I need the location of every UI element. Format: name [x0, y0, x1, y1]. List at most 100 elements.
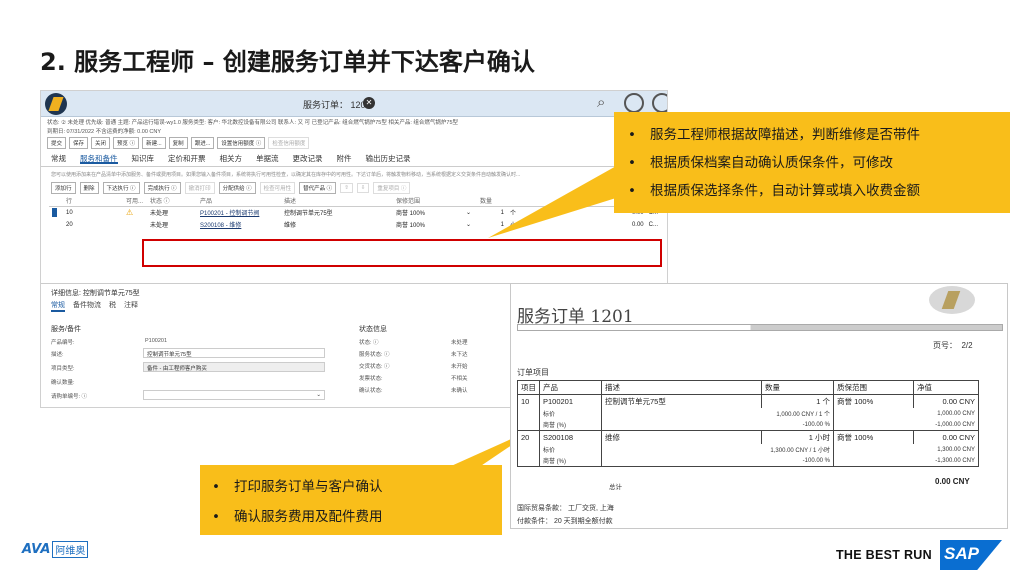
item-toolbar: 添加行 删除 下达执行 ⓘ 完成执行 ⓘ 撤消打印 分配供给 ⓘ 检查可用性 替…	[41, 181, 667, 195]
detail-tab-parts-logistics[interactable]: 备件物流	[73, 300, 101, 312]
callout-bottom: 打印服务订单与客户确认 确认服务费用及配件费用	[200, 465, 502, 535]
window-title: 服务订单： 1201	[303, 100, 371, 110]
slide-title: 2. 服务工程师 – 创建服务订单并下达客户确认	[40, 48, 535, 76]
item-description[interactable]: 控制调节单元75型	[281, 207, 393, 219]
item-unit[interactable]: 个	[507, 207, 567, 219]
check-credit-limit-button[interactable]: 检查信用额度	[268, 137, 310, 149]
user-avatar-icon[interactable]	[624, 93, 644, 113]
new-button[interactable]: 新建...	[142, 137, 166, 149]
item-quantity[interactable]: 1	[477, 207, 507, 219]
table-row: 10 P100201 控制调节单元75型 1 个 商誉 100% 0.00 CN…	[517, 394, 979, 408]
close-icon[interactable]: ✕	[363, 97, 375, 109]
follow-up-button[interactable]: 跟进...	[190, 137, 215, 149]
set-credit-limit-button[interactable]: 设置信用额度 ⓘ	[217, 137, 266, 149]
tab-change-log[interactable]: 更改记录	[293, 153, 323, 164]
col-product[interactable]: 产品	[197, 195, 281, 207]
shell-bar: 服务订单： 1201 ✕ ⌕	[41, 91, 667, 117]
item-net: 0.00	[631, 221, 644, 228]
chevron-down-icon[interactable]: ⌄	[463, 219, 477, 231]
item-type-field[interactable]: 备件 - 由工程师客户购买	[143, 362, 325, 372]
ava-logo-cn: 阿维奥	[52, 541, 89, 558]
tab-output-history[interactable]: 输出历史记录	[366, 153, 411, 164]
info-text: 您可以使用添加来在产品清单中添加服务、备件或费用项目。如果您输入备件项目，系统将…	[51, 172, 521, 178]
item-line: 20	[66, 221, 73, 228]
header-info-line-1: 状态: ② 未处理 优先级: 普通 主题: 产品运行错误-wy1.0 服务类型:…	[47, 120, 459, 126]
tab-parties[interactable]: 相关方	[220, 153, 243, 164]
warning-icon: ⚠	[126, 208, 134, 218]
move-down-button[interactable]: ⇩	[356, 183, 370, 193]
header-toolbar: 提交 保存 关闭 预览 ⓘ 新建... 复制 跟进... 设置信用额度 ⓘ 检查…	[41, 135, 667, 151]
item-status: 未处理	[150, 223, 169, 229]
col-description[interactable]: 描述	[281, 195, 393, 207]
col-quantity[interactable]: 数量	[477, 195, 507, 207]
description-field[interactable]: 控制调节单元75型	[143, 348, 325, 358]
ava-logo: AVA 阿维奥	[22, 541, 89, 558]
chevron-down-icon[interactable]: ⌄	[463, 207, 477, 219]
tab-pricing[interactable]: 定价和开票	[168, 153, 206, 164]
check-availability-button[interactable]: 检查可用性	[259, 182, 296, 194]
substitute-product-button[interactable]: 替代产品 ⓘ	[299, 182, 337, 194]
tab-services-parts[interactable]: 服务和备件	[80, 153, 118, 164]
payment-terms-text: 付款条件： 20 天到期全额付款	[517, 518, 613, 525]
duplicate-item-button[interactable]: 重复项目 ⓘ	[373, 182, 411, 194]
field-label: 确认状态:	[359, 388, 383, 394]
copy-button[interactable]: 复制	[168, 137, 188, 149]
field-label: 服务状态: ⓘ	[359, 352, 390, 358]
incoterms-text: 国际贸易条款： 工厂交货, 上海	[517, 505, 614, 512]
detail-tab-notes[interactable]: 注释	[124, 300, 138, 312]
item-product-link[interactable]: P100201 - 控制调节阀	[200, 211, 259, 217]
field-label: 产品编号:	[51, 340, 75, 346]
search-icon[interactable]: ⌕	[597, 94, 605, 111]
field-label: 项目类型:	[51, 366, 75, 372]
table-row[interactable]: 20 未处理 S200108 - 维修 维修 商誉 100% ⌄ 1 小时 0.…	[49, 219, 661, 231]
item-unit[interactable]: 小时	[507, 219, 567, 231]
sap-logo: SAP	[940, 540, 1002, 570]
best-run-slogan: THE BEST RUN	[836, 548, 932, 562]
detail-tab-general[interactable]: 常规	[51, 300, 65, 312]
item-quantity[interactable]: 1	[477, 219, 507, 231]
delivery-status-value: 未开始	[451, 364, 468, 370]
item-description[interactable]: 维修	[281, 219, 393, 231]
tab-bar: 常规 服务和备件 知识库 定价和开票 相关方 单据流 更改记录 附件 输出历史记…	[41, 151, 667, 167]
service-status-value: 未下达	[451, 352, 468, 358]
item-product-link[interactable]: S200108 - 维修	[200, 223, 241, 229]
order-items-label: 订单项目	[517, 368, 549, 377]
item-warranty[interactable]: 商誉 100%	[393, 207, 463, 219]
field-label: 确认数量:	[51, 380, 75, 386]
tab-document-flow[interactable]: 单据流	[256, 153, 279, 164]
delete-button[interactable]: 删除	[79, 182, 99, 194]
table-row[interactable]: 10 ⚠ 未处理 P100201 - 控制调节阀 控制调节单元75型 商誉 10…	[49, 207, 661, 219]
col-line[interactable]: 行	[63, 195, 123, 207]
sap-logo-icon[interactable]	[45, 93, 67, 115]
callout-bullet: 根据质保选择条件，自动计算或填入收费金额	[628, 179, 996, 199]
item-warranty[interactable]: 商誉 100%	[393, 219, 463, 231]
tab-general[interactable]: 常规	[51, 153, 66, 164]
field-label: 描述:	[51, 352, 64, 358]
save-button[interactable]: 保存	[69, 137, 89, 149]
add-row-button[interactable]: 添加行	[51, 182, 76, 194]
callout-top: 服务工程师根据故障描述，判断维修是否带件 根据质保档案自动确认质保条件，可修改 …	[614, 112, 1010, 213]
assistant-icon[interactable]	[652, 93, 667, 113]
col-available[interactable]: 可用...	[123, 195, 147, 207]
tab-knowledge[interactable]: 知识库	[132, 153, 155, 164]
move-up-button[interactable]: ⇧	[340, 183, 353, 193]
row-selected-indicator	[52, 208, 57, 218]
col-warranty[interactable]: 保修范围	[393, 195, 463, 207]
preview-button[interactable]: 预览 ⓘ	[113, 137, 140, 149]
col-status[interactable]: 状态 ⓘ	[147, 195, 197, 207]
close-button[interactable]: 关闭	[91, 137, 111, 149]
tab-attachments[interactable]: 附件	[337, 153, 352, 164]
detail-tab-tax[interactable]: 税	[109, 300, 116, 312]
assign-supply-button[interactable]: 分配供给 ⓘ	[218, 182, 256, 194]
requisition-select[interactable]: ⌄	[143, 390, 325, 400]
release-execution-button[interactable]: 下达执行 ⓘ	[102, 182, 140, 194]
undo-print-button[interactable]: 撤消打印	[184, 182, 215, 194]
price-row: 商誉 (%) -100.00 % -1,000.00 CNY	[517, 419, 979, 431]
complete-execution-button[interactable]: 完成执行 ⓘ	[143, 182, 181, 194]
header-info-line-2: 到期日: 07/31/2022 不含运费的净额: 0.00 CNY	[47, 129, 162, 135]
callout-bullet: 确认服务费用及配件费用	[212, 505, 490, 525]
submit-button[interactable]: 提交	[47, 137, 67, 149]
detail-tabs: 常规 备件物流 税 注释	[51, 300, 138, 312]
print-items-table: 项目 产品 描述 数量 质保范围 净值 10 P100201 控制调节单元75型…	[517, 380, 979, 467]
field-label: 发票状态:	[359, 376, 383, 382]
